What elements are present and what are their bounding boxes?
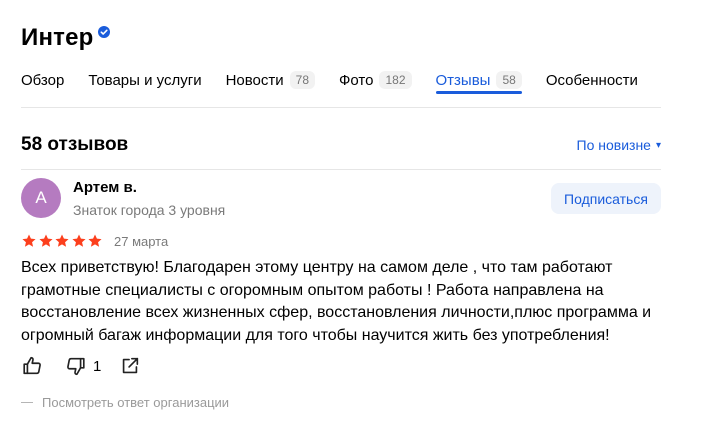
avatar[interactable]: А (21, 178, 61, 218)
divider-dash (21, 402, 33, 403)
subscribe-button[interactable]: Подписаться (551, 183, 661, 214)
reviews-count-heading: 58 отзывов (21, 134, 129, 155)
tab-bar: Обзор Товары и услуги Новости 78 Фото 18… (21, 64, 661, 108)
like-icon (23, 356, 41, 375)
tab-label: Товары и услуги (88, 71, 202, 89)
review-actions: 1 (21, 355, 141, 377)
tab-count-badge: 78 (289, 71, 316, 89)
tab-reviews[interactable]: Отзывы 58 (435, 64, 523, 96)
verified-icon (97, 26, 110, 38)
star-icon (55, 234, 69, 247)
like-button[interactable] (21, 355, 43, 377)
dislike-icon (67, 357, 85, 376)
tab-overview[interactable]: Обзор (21, 64, 64, 96)
star-icon (88, 234, 102, 247)
star-icon (71, 234, 86, 247)
org-reply-link[interactable]: Посмотреть ответ организации (21, 395, 229, 410)
review-text: Всех приветствую! Благодарен этому центр… (21, 259, 652, 344)
rating-stars (21, 233, 104, 249)
tab-label: Особенности (545, 71, 638, 89)
page-title: Интер (21, 24, 94, 51)
sort-label: По новизне (576, 137, 651, 153)
tab-news[interactable]: Новости 78 (225, 64, 316, 96)
tab-label: Фото (339, 71, 374, 89)
divider (21, 169, 661, 170)
org-header: Интер (21, 22, 110, 54)
star-icon (38, 234, 53, 247)
star-icon (22, 234, 36, 247)
chevron-down-icon: ▾ (655, 139, 661, 151)
dislike-count: 1 (93, 357, 102, 375)
tab-photos[interactable]: Фото 182 (339, 64, 412, 96)
review-author-level: Знаток города 3 уровня (73, 202, 226, 218)
tab-features[interactable]: Особенности (546, 64, 638, 96)
review-author-name[interactable]: Артем в. (73, 179, 137, 197)
tab-label: Обзор (21, 71, 65, 89)
review-date: 27 марта (114, 234, 169, 249)
tab-goods-services[interactable]: Товары и услуги (88, 64, 201, 96)
sort-dropdown[interactable]: По новизне ▾ (577, 137, 661, 153)
tab-label: Отзывы (435, 71, 491, 89)
tab-label: Новости (225, 71, 284, 89)
share-button[interactable] (119, 355, 141, 377)
tab-count-badge: 182 (379, 71, 412, 89)
dislike-button[interactable]: 1 (65, 355, 119, 377)
org-reply-label: Посмотреть ответ организации (42, 395, 230, 410)
share-icon (123, 357, 139, 374)
avatar-letter: А (35, 188, 47, 207)
tab-count-badge: 58 (496, 71, 522, 89)
